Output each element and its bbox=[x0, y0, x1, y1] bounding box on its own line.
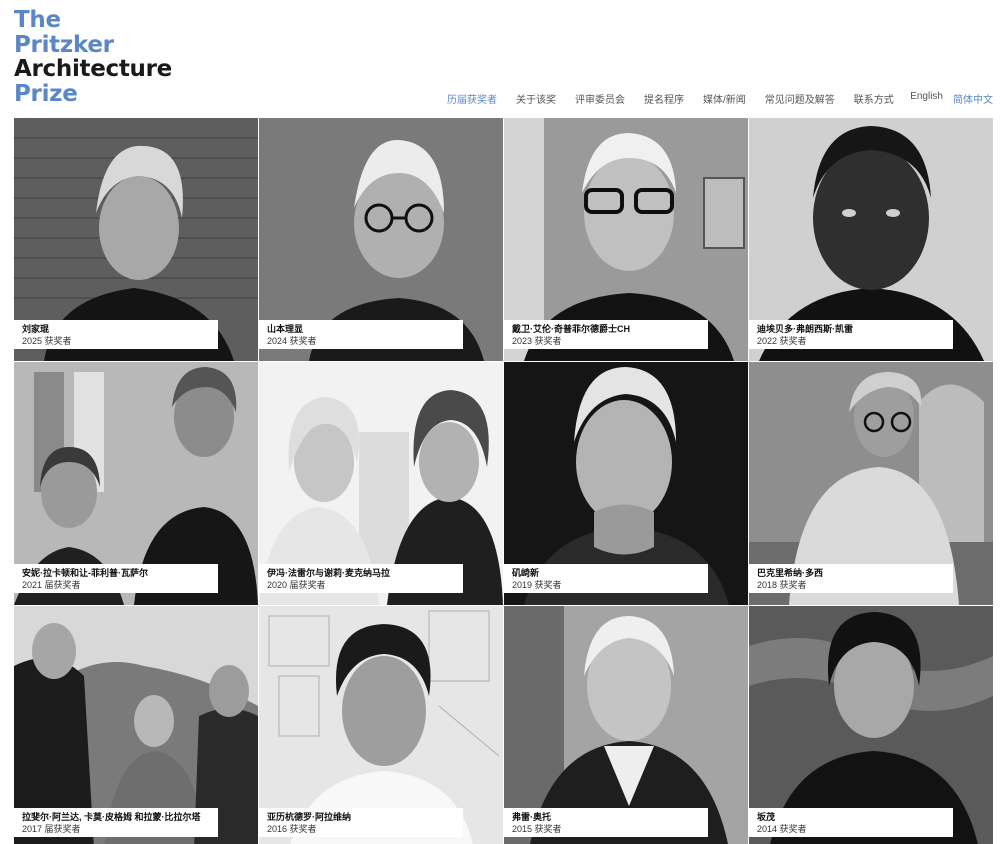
laureate-name: 迪埃贝多·弗朗西斯·凯雷 bbox=[757, 324, 853, 334]
laureate-card[interactable]: 亚历杭德罗·阿拉维纳 2016 获奖者 bbox=[259, 606, 503, 844]
laureate-caption: 迪埃贝多·弗朗西斯·凯雷 2022 获奖者 bbox=[749, 320, 953, 349]
laureate-year: 2021 届获奖者 bbox=[22, 580, 81, 590]
laureate-caption: 矶崎新 2019 获奖者 bbox=[504, 564, 708, 593]
laureate-name: 刘家琨 bbox=[22, 324, 50, 334]
nav-item-laureates[interactable]: 历届获奖者 bbox=[447, 91, 497, 106]
nav-item-contact[interactable]: 联系方式 bbox=[854, 91, 894, 106]
laureate-name: 矶崎新 bbox=[512, 568, 540, 578]
main-nav: 历届获奖者 关于该奖 评审委员会 提名程序 媒体/新闻 常见问题及解答 联系方式 bbox=[447, 91, 913, 106]
laureate-caption: 伊冯·法雷尔与谢莉·麦克纳马拉 2020 届获奖者 bbox=[259, 564, 463, 593]
laureate-year: 2019 获奖者 bbox=[512, 580, 562, 590]
laureate-card[interactable]: 刘家琨 2025 获奖者 bbox=[14, 118, 258, 361]
laureate-year: 2023 获奖者 bbox=[512, 336, 562, 346]
laureate-year: 2024 获奖者 bbox=[267, 336, 317, 346]
lang-simplified-chinese[interactable]: 简体中文 bbox=[953, 91, 993, 106]
laureate-name: 山本理显 bbox=[267, 324, 304, 334]
laureate-caption: 拉斐尔·阿兰达, 卡莫·皮格姆 和拉蒙·比拉尔塔 2017 届获奖者 bbox=[14, 808, 218, 837]
laureate-year: 2020 届获奖者 bbox=[267, 580, 326, 590]
laureate-caption: 刘家琨 2025 获奖者 bbox=[14, 320, 218, 349]
laureate-caption: 安妮·拉卡顿和让-菲利普·瓦萨尔 2021 届获奖者 bbox=[14, 564, 218, 593]
laureate-caption: 巴克里希纳·多西 2018 获奖者 bbox=[749, 564, 953, 593]
laureate-card[interactable]: 山本理显 2024 获奖者 bbox=[259, 118, 503, 361]
nav-item-about[interactable]: 关于该奖 bbox=[516, 91, 556, 106]
laureate-year: 2015 获奖者 bbox=[512, 824, 562, 834]
language-switcher: English 简体中文 bbox=[900, 91, 993, 106]
nav-item-nomination[interactable]: 提名程序 bbox=[644, 91, 684, 106]
laureate-name: 伊冯·法雷尔与谢莉·麦克纳马拉 bbox=[267, 568, 390, 578]
laureate-year: 2016 获奖者 bbox=[267, 824, 317, 834]
laureate-card[interactable]: 拉斐尔·阿兰达, 卡莫·皮格姆 和拉蒙·比拉尔塔 2017 届获奖者 bbox=[14, 606, 258, 844]
logo-line-architecture: Architecture bbox=[14, 56, 172, 82]
pritzker-logo[interactable]: The Pritzker Architecture Prize bbox=[14, 8, 172, 106]
laureate-card[interactable]: 矶崎新 2019 获奖者 bbox=[504, 362, 748, 605]
laureate-name: 戴卫·艾伦·奇普菲尔德爵士CH bbox=[512, 324, 630, 334]
logo-line-prize: Prize bbox=[14, 80, 78, 107]
nav-item-jury[interactable]: 评审委员会 bbox=[575, 91, 625, 106]
laureate-caption: 亚历杭德罗·阿拉维纳 2016 获奖者 bbox=[259, 808, 463, 837]
lang-english[interactable]: English bbox=[910, 91, 943, 106]
laureate-card[interactable]: 巴克里希纳·多西 2018 获奖者 bbox=[749, 362, 993, 605]
nav-item-faq[interactable]: 常见问题及解答 bbox=[765, 91, 835, 106]
laureate-name: 亚历杭德罗·阿拉维纳 bbox=[267, 812, 351, 822]
laureate-card[interactable]: 安妮·拉卡顿和让-菲利普·瓦萨尔 2021 届获奖者 bbox=[14, 362, 258, 605]
laureate-year: 2022 获奖者 bbox=[757, 336, 807, 346]
logo-line-pritzker: Pritzker bbox=[14, 31, 114, 58]
laureate-name: 拉斐尔·阿兰达, 卡莫·皮格姆 和拉蒙·比拉尔塔 bbox=[22, 812, 201, 822]
laureate-card[interactable]: 戴卫·艾伦·奇普菲尔德爵士CH 2023 获奖者 bbox=[504, 118, 748, 361]
laureate-card[interactable]: 伊冯·法雷尔与谢莉·麦克纳马拉 2020 届获奖者 bbox=[259, 362, 503, 605]
laureate-card[interactable]: 弗雷·奥托 2015 获奖者 bbox=[504, 606, 748, 844]
laureate-caption: 戴卫·艾伦·奇普菲尔德爵士CH 2023 获奖者 bbox=[504, 320, 708, 349]
laureate-name: 安妮·拉卡顿和让-菲利普·瓦萨尔 bbox=[22, 568, 148, 578]
nav-item-media[interactable]: 媒体/新闻 bbox=[703, 91, 746, 106]
laureate-year: 2014 获奖者 bbox=[757, 824, 807, 834]
laureate-name: 巴克里希纳·多西 bbox=[757, 568, 823, 578]
laureate-card[interactable]: 坂茂 2014 获奖者 bbox=[749, 606, 993, 844]
laureate-year: 2025 获奖者 bbox=[22, 336, 72, 346]
logo-line-the: The bbox=[14, 7, 61, 33]
laureates-grid: 刘家琨 2025 获奖者 山本理显 2024 获奖者 戴卫·艾伦·奇普菲尔德爵士… bbox=[14, 118, 993, 844]
laureate-year: 2017 届获奖者 bbox=[22, 824, 81, 834]
laureate-name: 坂茂 bbox=[757, 812, 776, 822]
laureate-card[interactable]: 迪埃贝多·弗朗西斯·凯雷 2022 获奖者 bbox=[749, 118, 993, 361]
laureate-caption: 坂茂 2014 获奖者 bbox=[749, 808, 953, 837]
laureate-caption: 山本理显 2024 获奖者 bbox=[259, 320, 463, 349]
laureate-year: 2018 获奖者 bbox=[757, 580, 807, 590]
laureate-caption: 弗雷·奥托 2015 获奖者 bbox=[504, 808, 708, 837]
laureate-name: 弗雷·奥托 bbox=[512, 812, 551, 822]
